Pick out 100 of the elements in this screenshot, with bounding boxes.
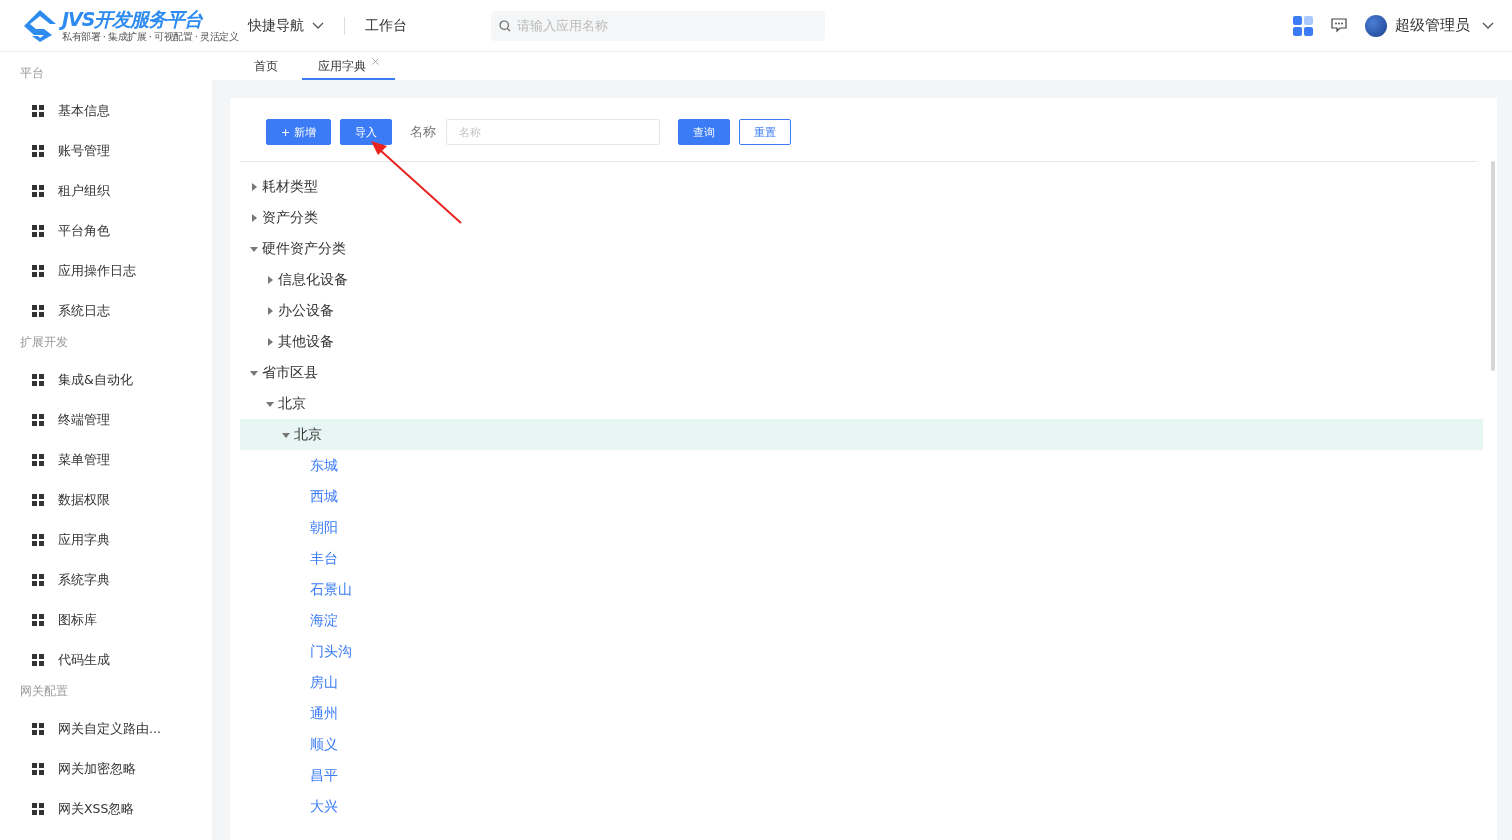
sidebar-item-label: 基本信息 xyxy=(58,102,110,120)
caret-icon[interactable] xyxy=(266,275,274,284)
tree-node-label: 丰台 xyxy=(310,549,338,568)
sidebar-item[interactable]: 网关自定义路由... xyxy=(0,709,212,749)
sidebar-item[interactable]: 网关加密忽略 xyxy=(0,749,212,789)
sidebar-item-label: 网关XSS忽略 xyxy=(58,800,135,818)
tree-row[interactable]: 门头沟 xyxy=(240,636,1483,667)
tree-row[interactable]: 石景山 xyxy=(240,574,1483,605)
tree-node-label: 海淀 xyxy=(310,611,338,630)
sidebar-item[interactable]: 系统日志 xyxy=(0,291,212,331)
grid-icon xyxy=(32,614,44,626)
sidebar-item-label: 应用字典 xyxy=(58,531,110,549)
tree-row[interactable]: 耗材类型 xyxy=(240,171,1483,202)
sidebar-item[interactable]: 平台角色 xyxy=(0,211,212,251)
sidebar-item-label: 网关加密忽略 xyxy=(58,760,136,778)
tree-row[interactable]: 资产分类 xyxy=(240,202,1483,233)
chevron-down-icon xyxy=(312,21,325,30)
sidebar-item[interactable]: 应用字典 xyxy=(0,520,212,560)
grid-icon xyxy=(32,145,44,157)
tree-node-label: 北京 xyxy=(278,394,306,413)
sidebar-item-label: 终端管理 xyxy=(58,411,110,429)
sidebar-item-label: 代码生成 xyxy=(58,651,110,669)
query-button[interactable]: 查询 xyxy=(677,119,730,145)
add-button[interactable]: + 新增 xyxy=(266,119,331,145)
tree-node-label: 东城 xyxy=(310,456,338,475)
caret-icon[interactable] xyxy=(250,182,258,191)
tree-row[interactable]: 西城 xyxy=(240,481,1483,512)
filter-label: 名称 xyxy=(409,123,436,141)
sidebar-item[interactable]: 账号管理 xyxy=(0,131,212,171)
sidebar-item[interactable]: 网关XSS忽略 xyxy=(0,789,212,829)
grid-icon xyxy=(32,763,44,775)
sidebar-item-label: 网关自定义路由... xyxy=(58,720,161,738)
sidebar-item-label: 租户组织 xyxy=(58,182,110,200)
nav-link[interactable]: 工作台 xyxy=(365,16,408,35)
sidebar-item[interactable]: 图标库 xyxy=(0,600,212,640)
tree-row[interactable]: 海淀 xyxy=(240,605,1483,636)
grid-icon xyxy=(32,414,44,426)
tree-node-label: 硬件资产分类 xyxy=(262,239,346,258)
tree-node-label: 办公设备 xyxy=(278,301,334,320)
tree-row[interactable]: 房山 xyxy=(240,667,1483,698)
tree-row[interactable]: 丰台 xyxy=(240,543,1483,574)
tree-row[interactable]: 北京 xyxy=(240,388,1483,419)
grid-icon xyxy=(32,105,44,117)
tree-row[interactable]: 昌平 xyxy=(240,760,1483,791)
caret-icon[interactable] xyxy=(266,399,274,408)
tab[interactable]: 应用字典 xyxy=(302,52,395,80)
close-icon[interactable] xyxy=(372,58,379,65)
caret-icon[interactable] xyxy=(250,368,258,377)
tree-row[interactable]: 办公设备 xyxy=(240,295,1483,326)
sidebar-item-label: 账号管理 xyxy=(58,142,110,160)
tree-row[interactable]: 其他设备 xyxy=(240,326,1483,357)
sidebar-item[interactable]: 应用操作日志 xyxy=(0,251,212,291)
apps-icon[interactable] xyxy=(1293,15,1313,36)
sidebar-item[interactable]: 基本信息 xyxy=(0,91,212,131)
sidebar-item[interactable]: 代码生成 xyxy=(0,640,212,680)
avatar[interactable] xyxy=(1365,14,1387,37)
caret-icon[interactable] xyxy=(282,430,290,439)
tree-node-label: 其他设备 xyxy=(278,332,334,351)
reset-button[interactable]: 重置 xyxy=(738,119,791,145)
chat-icon[interactable] xyxy=(1331,18,1347,33)
tree-node-label: 房山 xyxy=(310,673,338,692)
tab[interactable]: 首页 xyxy=(242,52,302,80)
quick-nav-dropdown[interactable]: 快捷导航 xyxy=(248,16,325,35)
sidebar-item[interactable]: 终端管理 xyxy=(0,400,212,440)
caret-icon[interactable] xyxy=(250,244,258,253)
tree-row[interactable]: 东城 xyxy=(240,450,1483,481)
grid-icon xyxy=(32,494,44,506)
tree-row[interactable]: 大兴 xyxy=(240,791,1483,822)
sidebar-item[interactable]: 租户组织 xyxy=(0,171,212,211)
sidebar-item-label: 集成&自动化 xyxy=(58,371,133,389)
caret-icon[interactable] xyxy=(250,213,258,222)
chevron-down-icon xyxy=(1482,21,1494,30)
caret-icon[interactable] xyxy=(266,337,274,346)
sidebar-item-label: 菜单管理 xyxy=(58,451,110,469)
tree-node-label: 西城 xyxy=(310,487,338,506)
tree-row[interactable]: 朝阳 xyxy=(240,512,1483,543)
grid-icon xyxy=(32,454,44,466)
tree-node-label: 昌平 xyxy=(310,766,338,785)
tree-node-label: 通州 xyxy=(310,704,338,723)
grid-icon xyxy=(32,574,44,586)
sidebar-item-label: 系统日志 xyxy=(58,302,110,320)
sidebar-item[interactable]: 系统字典 xyxy=(0,560,212,600)
tree-row[interactable]: 北京 xyxy=(240,419,1483,450)
grid-icon xyxy=(32,534,44,546)
search-icon xyxy=(499,19,512,32)
name-input-field[interactable]: 名称 xyxy=(445,119,660,145)
tree-row[interactable]: 通州 xyxy=(240,698,1483,729)
tree-row[interactable]: 信息化设备 xyxy=(240,264,1483,295)
grid-icon xyxy=(32,374,44,386)
import-button[interactable]: 导入 xyxy=(339,119,392,145)
tree-row[interactable]: 顺义 xyxy=(240,729,1483,760)
sidebar-section-title: 网关配置 xyxy=(19,683,69,700)
user-menu[interactable]: 超级管理员 xyxy=(1395,16,1494,35)
sidebar-item[interactable]: 数据权限 xyxy=(0,480,212,520)
caret-icon[interactable] xyxy=(266,306,274,315)
scrollbar[interactable] xyxy=(1491,161,1495,371)
tree-row[interactable]: 省市区县 xyxy=(240,357,1483,388)
sidebar-item[interactable]: 菜单管理 xyxy=(0,440,212,480)
sidebar-item[interactable]: 集成&自动化 xyxy=(0,360,212,400)
tree-row[interactable]: 硬件资产分类 xyxy=(240,233,1483,264)
